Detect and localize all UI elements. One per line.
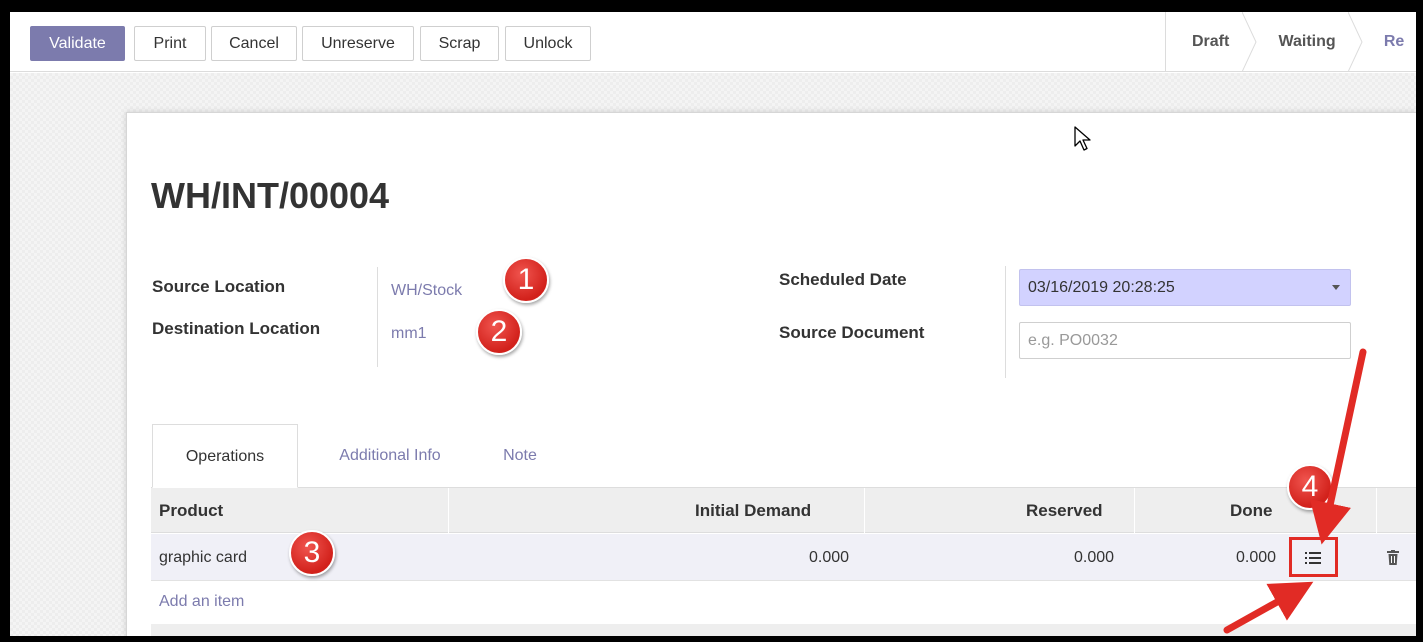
status-waiting-label: Waiting xyxy=(1278,33,1336,50)
status-chevron-icon xyxy=(1347,12,1363,72)
column-separator xyxy=(864,488,865,533)
column-initial-demand[interactable]: Initial Demand xyxy=(695,488,811,533)
annotation-badge-2: 2 xyxy=(476,309,522,355)
column-separator xyxy=(1376,488,1377,533)
dropdown-caret-icon xyxy=(1332,285,1340,290)
annotation-badge-4: 4 xyxy=(1287,464,1333,510)
table-header: Product Initial Demand Reserved Done xyxy=(151,488,1416,533)
field-separator xyxy=(377,267,378,367)
annotation-badge-1: 1 xyxy=(503,257,549,303)
destination-location-label: Destination Location xyxy=(152,319,321,338)
print-button[interactable]: Print xyxy=(134,26,206,61)
cell-reserved[interactable]: 0.000 xyxy=(1074,534,1114,581)
delete-row-button[interactable] xyxy=(1383,534,1403,581)
source-document-input[interactable]: e.g. PO0032 xyxy=(1019,322,1351,359)
table-row[interactable]: graphic card 0.000 0.000 0.000 xyxy=(151,534,1416,581)
cell-product[interactable]: graphic card xyxy=(159,534,247,581)
scrap-button[interactable]: Scrap xyxy=(420,26,499,61)
column-reserved[interactable]: Reserved xyxy=(1026,488,1103,533)
unlock-button[interactable]: Unlock xyxy=(505,26,591,61)
column-product[interactable]: Product xyxy=(159,488,223,533)
status-ready[interactable]: Re xyxy=(1358,12,1416,72)
status-draft-label: Draft xyxy=(1192,33,1230,50)
column-done[interactable]: Done xyxy=(1230,488,1273,533)
mouse-cursor-icon xyxy=(1074,126,1091,151)
status-draft[interactable]: Draft xyxy=(1166,12,1258,72)
scheduled-date-value: 03/16/2019 20:28:25 xyxy=(1028,279,1175,296)
annotation-badge-3: 3 xyxy=(289,530,335,576)
table-footer xyxy=(151,624,1416,636)
status-ready-label: Re xyxy=(1383,33,1405,50)
validate-button[interactable]: Validate xyxy=(30,26,125,61)
source-location-link[interactable]: WH/Stock xyxy=(391,282,462,300)
control-panel: Validate Print Cancel Unreserve Scrap Un… xyxy=(10,12,1416,72)
status-waiting[interactable]: Waiting xyxy=(1252,12,1363,72)
field-separator xyxy=(1005,266,1006,378)
status-chevron-icon xyxy=(1242,12,1258,72)
page-title: WH/INT/00004 xyxy=(151,175,390,216)
scheduled-date-field[interactable]: 03/16/2019 20:28:25 xyxy=(1019,269,1351,306)
add-item-link[interactable]: Add an item xyxy=(159,593,244,611)
status-bar: Draft Waiting Re xyxy=(1165,12,1416,72)
unreserve-button[interactable]: Unreserve xyxy=(302,26,414,61)
destination-location-link[interactable]: mm1 xyxy=(391,325,427,343)
annotation-highlight-box xyxy=(1289,537,1338,577)
tab-additional-info[interactable]: Additional Info xyxy=(310,424,470,488)
scheduled-date-label: Scheduled Date xyxy=(779,270,907,289)
column-separator xyxy=(448,488,449,533)
cell-done[interactable]: 0.000 xyxy=(1236,534,1276,581)
tab-note[interactable]: Note xyxy=(480,424,560,488)
cancel-button[interactable]: Cancel xyxy=(211,26,297,61)
column-separator xyxy=(1134,488,1135,533)
cell-initial-demand[interactable]: 0.000 xyxy=(809,534,849,581)
source-document-label: Source Document xyxy=(779,323,925,342)
source-location-label: Source Location xyxy=(152,277,286,296)
trash-icon xyxy=(1387,550,1399,566)
tab-operations[interactable]: Operations xyxy=(152,424,298,488)
app-window: Validate Print Cancel Unreserve Scrap Un… xyxy=(10,8,1416,636)
